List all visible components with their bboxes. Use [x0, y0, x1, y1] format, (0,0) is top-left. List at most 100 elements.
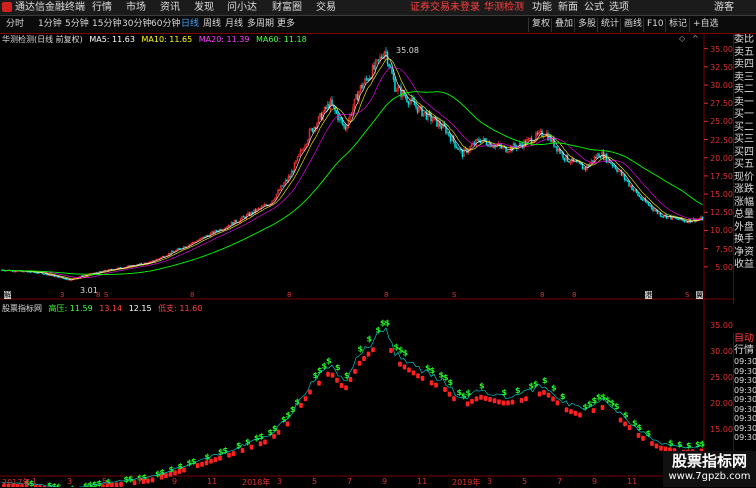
indicator-block-mark: [353, 369, 357, 374]
indicator-axis-label: 15.00: [703, 425, 733, 434]
indicator-block-mark: [146, 478, 150, 483]
event-marker[interactable]: 8: [540, 291, 544, 299]
indicator-block-mark: [326, 372, 330, 377]
indicator-info-bar: 股票指标网 高压: 11.59 13.14 12.15 低支: 11.60: [2, 303, 202, 315]
event-marker[interactable]: 8: [572, 291, 576, 299]
candle-body: [293, 171, 294, 172]
indicator-block-mark: [475, 396, 479, 401]
candle-body: [660, 213, 661, 216]
indicator-block-mark: [655, 444, 659, 449]
event-marker[interactable]: S: [685, 291, 689, 299]
candle-body: [341, 117, 342, 120]
price-axis-label: 25.00: [703, 117, 733, 126]
indicator-block-mark: [358, 361, 362, 366]
indicator-block-mark: [209, 459, 213, 464]
indicator-block-mark: [641, 436, 645, 441]
ma20-line: [2, 67, 703, 278]
candle-body: [207, 235, 208, 236]
event-marker[interactable]: 解: [4, 291, 11, 299]
candle-body: [378, 60, 379, 61]
indicator-block-mark: [182, 467, 186, 472]
x-axis-tick: 9: [592, 477, 597, 486]
candle-body: [321, 113, 322, 119]
candle-body: [449, 132, 450, 136]
candle-body: [408, 102, 409, 105]
candle-body: [557, 147, 558, 152]
indicator-block-mark: [470, 399, 474, 404]
indicator-block-mark: [479, 395, 483, 400]
indicator-block-mark: [173, 470, 177, 475]
year-label: 2017年: [2, 477, 30, 488]
indicator-block-mark: [362, 356, 366, 361]
candle-body: [51, 275, 52, 276]
indicator-block-mark: [389, 348, 393, 353]
event-marker[interactable]: S: [452, 291, 456, 299]
event-marker[interactable]: 港: [645, 291, 652, 299]
indicator-block-mark: [299, 403, 303, 408]
candle-body: [642, 199, 643, 200]
candle-body: [663, 216, 664, 217]
indicator-s-mark: $: [623, 410, 629, 419]
indicator-s-mark: $: [259, 432, 265, 441]
candle-body: [50, 275, 51, 276]
candle-body: [611, 163, 612, 164]
price-axis-label: 20.00: [703, 154, 733, 163]
event-marker[interactable]: 8: [190, 291, 194, 299]
candle-body: [374, 66, 375, 70]
quote-field-label: 卖二: [734, 84, 756, 97]
price-axis-label: 35.00: [703, 45, 733, 54]
indicator-block-mark: [142, 479, 146, 484]
candle-body: [653, 208, 654, 210]
price-axis-label: 15.00: [703, 190, 733, 199]
event-marker[interactable]: 3: [60, 291, 64, 299]
indicator-block-mark: [542, 390, 546, 395]
kline-chart-svg[interactable]: $$$$$$$$$$$$$$$$$$$$$$$$$$$$$$$$$$$$$$$$…: [0, 0, 733, 487]
candle-body: [344, 124, 345, 126]
indicator-block-mark: [340, 383, 344, 388]
indicator-s-mark: $: [542, 376, 548, 385]
candle-body: [458, 148, 459, 150]
candle-body: [599, 154, 600, 157]
tick-panel-header[interactable]: 自动: [734, 333, 756, 345]
candle-body: [417, 107, 418, 112]
indicator-block-mark: [493, 398, 497, 403]
x-axis-tick: 7: [347, 477, 352, 486]
candle-body: [450, 136, 451, 141]
candle-body: [216, 230, 217, 231]
candle-body: [656, 210, 657, 211]
event-marker[interactable]: 8: [384, 291, 388, 299]
indicator-s-mark: $: [637, 423, 643, 432]
candle-body: [455, 142, 456, 147]
indicator-block-mark: [547, 393, 551, 398]
event-marker[interactable]: S: [104, 291, 108, 299]
indicator-block-mark: [119, 482, 123, 487]
candle-body: [44, 274, 45, 275]
indicator-block-mark: [506, 400, 510, 405]
indicator-s-mark: $: [560, 392, 566, 401]
event-marker[interactable]: 8: [287, 291, 291, 299]
indicator-block-mark: [592, 408, 596, 413]
candle-body: [684, 221, 685, 222]
candle-body: [386, 52, 387, 53]
x-axis-tick: 11: [417, 477, 427, 486]
candle-body: [71, 280, 72, 281]
indicator-marks: $$$$$$$$$$$$$$$$$$$$$$$$$$$$$$$$$$$$$$$$…: [2, 318, 705, 487]
quote-field-label: 买五: [734, 159, 756, 172]
candle-body: [678, 219, 679, 220]
quote-field-label: 卖一: [734, 97, 756, 110]
quote-field-label: 涨跌: [734, 184, 756, 197]
candle-body: [368, 79, 369, 80]
indicator-s-mark: $: [385, 318, 391, 327]
event-marker[interactable]: 翼: [696, 291, 703, 299]
price-axis-label: 12.50: [703, 208, 733, 217]
candle-body: [615, 166, 616, 169]
tick-time: 09:30: [734, 414, 756, 424]
tick-panel-header: 行情: [734, 345, 756, 357]
candle-body: [282, 186, 283, 187]
candle-body: [63, 278, 64, 279]
x-axis-tick: 3: [487, 477, 492, 486]
indicator-val3: 12.15: [129, 304, 152, 313]
indicator-s-mark: $: [677, 440, 683, 449]
indicator-val2: 13.14: [99, 304, 122, 313]
event-marker[interactable]: 8: [96, 291, 100, 299]
